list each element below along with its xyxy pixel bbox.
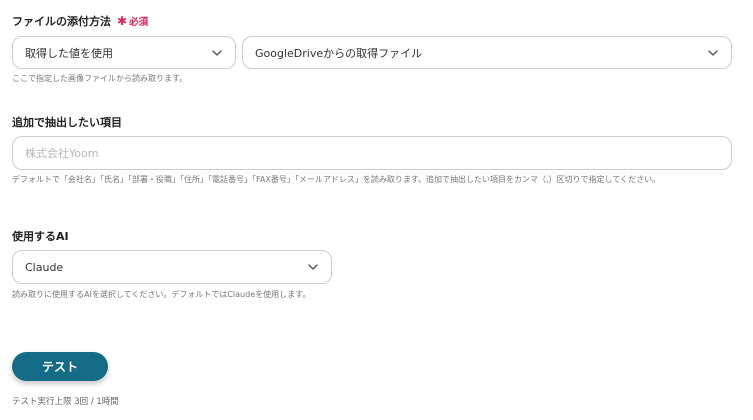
required-badge: ✱ 必須: [117, 14, 149, 28]
ai-select[interactable]: Claude: [12, 250, 332, 284]
attach-method-label: ファイルの添付方法 ✱ 必須: [12, 14, 149, 28]
chevron-down-icon: [307, 261, 319, 273]
ai-hint: 読み取りに使用するAIを選択してください。デフォルトではClaudeを使用します…: [12, 290, 311, 299]
test-limit-text: テスト実行上限 3回 / 1時間: [12, 397, 119, 407]
form-panel: ファイルの添付方法 ✱ 必須 取得した値を使用 GoogleDriveからの取得ファ…: [0, 0, 753, 420]
chevron-down-icon: [211, 47, 223, 59]
extra-fields-label: 追加で抽出したい項目: [12, 116, 122, 129]
extra-fields-placeholder: 株式会社Yoom: [25, 147, 99, 160]
test-button[interactable]: テスト: [12, 352, 108, 381]
chevron-down-icon: [707, 47, 719, 59]
extra-fields-hint: デフォルトで「会社名」「氏名」「部署・役職」「住所」「電話番号」「FAX番号」「…: [12, 175, 661, 184]
attach-source-select[interactable]: 取得した値を使用: [12, 36, 236, 69]
extra-fields-input[interactable]: 株式会社Yoom: [12, 136, 732, 170]
attach-file-select[interactable]: GoogleDriveからの取得ファイル: [242, 36, 732, 69]
required-asterisk-icon: ✱: [117, 14, 128, 28]
attach-method-hint: ここで指定した画像ファイルから読み取ります。: [12, 74, 188, 83]
ai-label: 使用するAI: [12, 230, 69, 243]
